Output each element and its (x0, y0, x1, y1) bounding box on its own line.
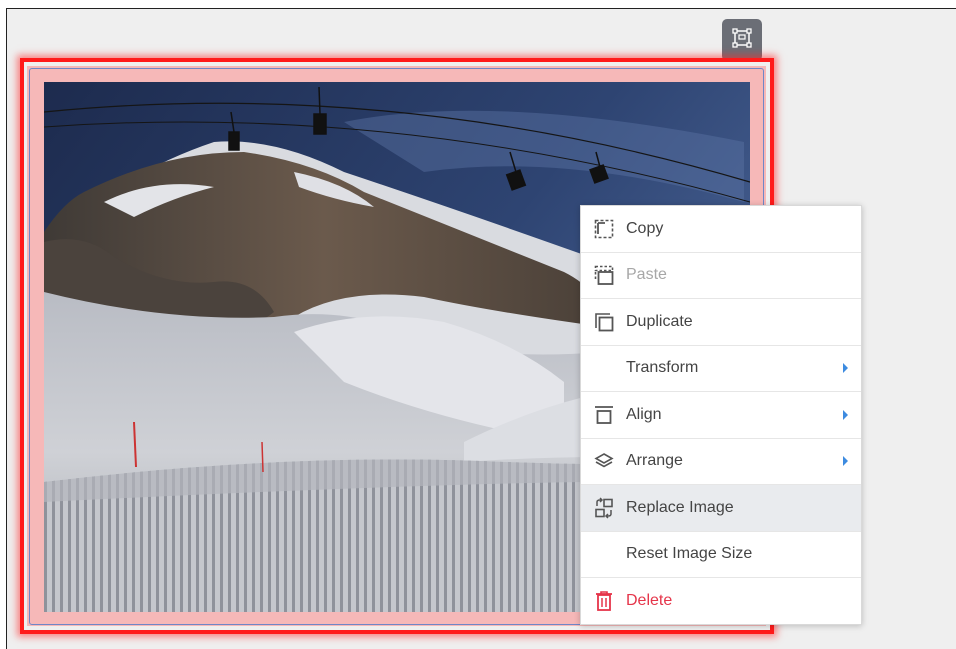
menu-item-arrange[interactable]: Arrange (581, 439, 861, 485)
menu-item-copy[interactable]: Copy (581, 206, 861, 253)
menu-item-label: Arrange (626, 452, 683, 470)
menu-item-label: Copy (626, 219, 664, 237)
trash-icon (591, 588, 617, 614)
menu-item-label: Transform (626, 359, 699, 377)
crop-transform-button[interactable] (722, 19, 762, 61)
copy-icon (591, 216, 617, 242)
menu-item-label: Replace Image (626, 498, 734, 516)
submenu-arrow-icon (843, 456, 848, 467)
context-menu: Copy Paste Duplicate Transform Align Arr… (580, 205, 862, 625)
replace-image-icon (591, 495, 617, 521)
submenu-arrow-icon (843, 363, 848, 374)
menu-item-label: Delete (626, 591, 673, 609)
menu-item-reset-image-size[interactable]: Reset Image Size (581, 532, 861, 578)
duplicate-icon (591, 309, 617, 335)
menu-item-label: Reset Image Size (626, 545, 753, 563)
menu-item-label: Paste (626, 266, 667, 284)
menu-item-delete[interactable]: Delete (581, 578, 861, 624)
menu-item-replace-image[interactable]: Replace Image (581, 485, 861, 532)
crop-transform-icon (731, 27, 753, 54)
submenu-arrow-icon (843, 409, 848, 420)
menu-item-transform[interactable]: Transform (581, 346, 861, 392)
menu-item-label: Align (626, 405, 662, 423)
menu-item-label: Duplicate (626, 312, 693, 330)
menu-item-duplicate[interactable]: Duplicate (581, 299, 861, 346)
paste-icon (591, 262, 617, 288)
menu-item-paste[interactable]: Paste (581, 253, 861, 299)
layers-icon (591, 448, 617, 474)
menu-item-align[interactable]: Align (581, 392, 861, 439)
align-icon (591, 402, 617, 428)
